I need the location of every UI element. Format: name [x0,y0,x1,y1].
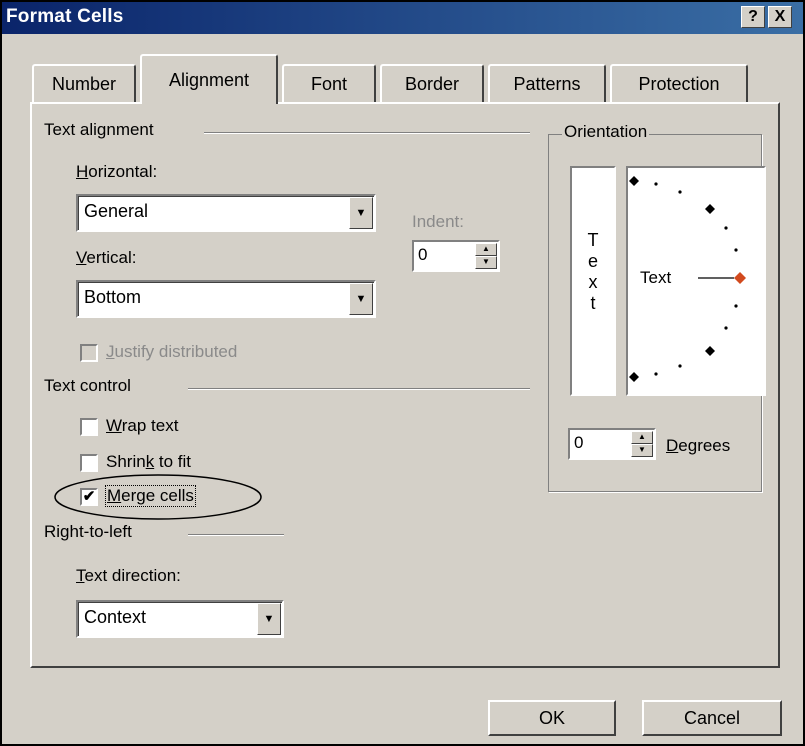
format-cells-dialog: Format Cells ? X Number Alignment Font B… [0,0,805,746]
cancel-button[interactable]: Cancel [642,700,782,736]
degrees-spinner[interactable]: 0 ▲ ▼ [568,428,656,460]
right-to-left-divider [188,534,284,536]
spin-down-icon[interactable]: ▼ [475,256,497,269]
text-alignment-divider [204,132,530,134]
spin-down-icon[interactable]: ▼ [631,444,653,457]
shrink-to-fit-checkbox[interactable] [80,454,98,472]
dial-marker-minus-45 [705,346,715,356]
horizontal-label: Horizontal: [76,162,158,181]
text-direction-select[interactable]: Context ▼ [76,600,284,638]
wrap-text-label: Wrap text [106,416,179,435]
text-control-divider [188,388,530,390]
window-title: Format Cells [6,6,124,27]
dropdown-arrow-icon[interactable]: ▼ [349,283,373,315]
dropdown-arrow-icon[interactable]: ▼ [349,197,373,229]
title-bar[interactable]: Format Cells ? X [2,2,803,34]
vertical-text: T e x t [587,230,599,313]
indent-spinner[interactable]: 0 ▲ ▼ [412,240,500,272]
alignment-panel: Text alignment Horizontal: General ▼ Ind… [30,102,780,668]
tab-border[interactable]: Border [380,64,484,102]
tab-protection[interactable]: Protection [610,64,748,102]
wrap-text-checkbox[interactable] [80,418,98,436]
text-direction-label: Text direction: [76,566,181,585]
vertical-select[interactable]: Bottom ▼ [76,280,376,318]
annotation-ellipse [54,474,262,520]
degrees-label: Degrees [666,436,731,455]
dial-marker-90 [629,176,639,186]
degrees-value: 0 [574,433,584,452]
vertical-value: Bottom [84,287,142,307]
vertical-text-box[interactable]: T e x t [570,166,616,396]
orientation-group-label: Orientation [562,122,650,142]
ok-button[interactable]: OK [488,700,616,736]
indent-label: Indent: [412,212,464,231]
orientation-dial[interactable]: Text [626,166,766,396]
vertical-label: Vertical: [76,248,137,267]
shrink-to-fit-label: Shrink to fit [106,452,192,471]
dial-marker-45 [705,204,715,214]
right-to-left-group-label: Right-to-left [44,522,132,541]
justify-distributed-label: Justify distributed [106,342,238,361]
text-direction-value: Context [84,607,147,627]
help-button[interactable]: ? [741,6,765,28]
dial-text: Text [640,268,672,287]
horizontal-value: General [84,201,149,221]
tab-number[interactable]: Number [32,64,136,102]
dropdown-arrow-icon[interactable]: ▼ [257,603,281,635]
close-button[interactable]: X [768,6,792,28]
spin-up-icon[interactable]: ▲ [631,431,653,444]
horizontal-select[interactable]: General ▼ [76,194,376,232]
dial-marker-minus-90 [629,372,639,382]
spin-up-icon[interactable]: ▲ [475,243,497,256]
tab-patterns[interactable]: Patterns [488,64,606,102]
text-alignment-group-label: Text alignment [44,120,154,139]
justify-distributed-checkbox[interactable] [80,344,98,362]
dial-selected-marker [734,272,746,284]
tab-alignment[interactable]: Alignment [140,54,278,104]
indent-value: 0 [418,245,428,264]
tab-font[interactable]: Font [282,64,376,102]
text-control-group-label: Text control [44,376,131,395]
